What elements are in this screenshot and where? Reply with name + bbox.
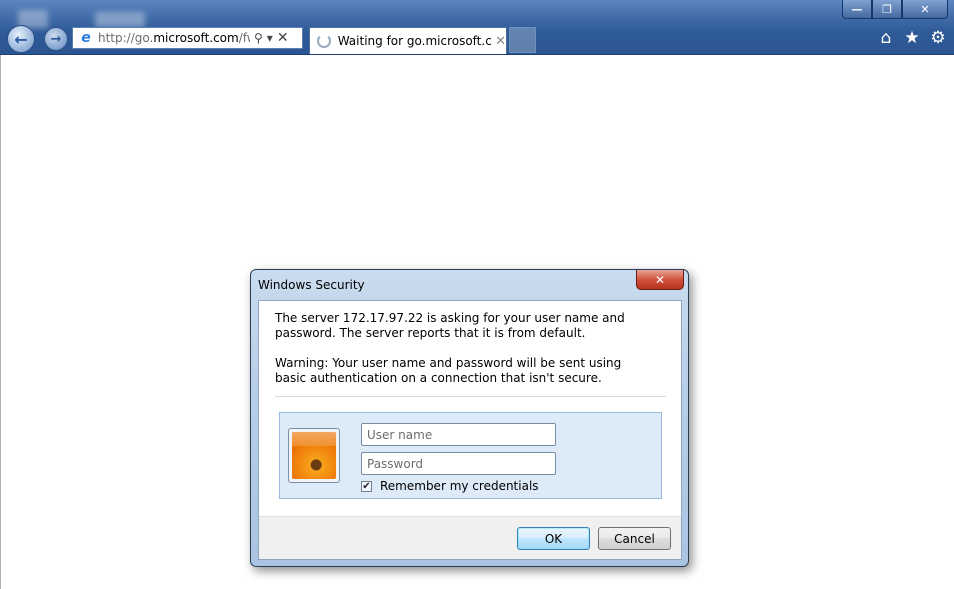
server-message: The server 172.17.97.22 is asking for yo… [275,311,625,340]
ie-page-icon: e [81,30,91,46]
close-icon: ✕ [920,2,930,16]
close-icon: ✕ [654,272,666,287]
window-controls: — ❐ ✕ [842,0,948,19]
user-avatar [288,428,340,483]
home-icon[interactable]: ⌂ [876,28,896,48]
tab-close-icon[interactable]: ✕ [495,34,506,49]
user-flower-picture [292,432,336,479]
restore-button[interactable]: ❐ [872,0,902,19]
address-bar[interactable]: e http://go.microsoft.com/fwl ⚲ ▾ ✕ [72,27,303,49]
dropdown-arrow-icon[interactable]: ▾ [267,31,273,45]
back-button[interactable]: ← [7,25,35,53]
credential-panel: ✔ Remember my credentials [279,412,662,499]
remember-checkbox[interactable]: ✔ [361,480,372,492]
password-input[interactable] [361,452,556,475]
stop-icon[interactable]: ✕ [277,30,289,46]
tab-active[interactable]: Waiting for go.microsoft.co... ✕ [309,27,507,54]
window-close-button[interactable]: ✕ [902,0,948,19]
loading-spinner-icon [317,34,331,48]
search-icon[interactable]: ⚲ [254,31,263,45]
username-input[interactable] [361,423,556,446]
remember-label: Remember my credentials [380,479,539,493]
forward-button[interactable]: → [44,27,68,51]
remember-credentials[interactable]: ✔ Remember my credentials [361,479,539,493]
divider [275,396,666,397]
dialog-footer: OK Cancel [259,516,681,559]
restore-icon: ❐ [882,2,892,16]
dialog-body: The server 172.17.97.22 is asking for yo… [258,300,682,560]
cancel-button[interactable]: Cancel [598,527,671,550]
gear-icon[interactable]: ⚙ [928,28,948,48]
address-url[interactable]: http://go.microsoft.com/fwl [98,31,250,45]
minimize-button[interactable]: — [842,0,872,19]
dialog-title: Windows Security [258,278,365,292]
minimize-icon: — [851,2,863,16]
dialog-close-button[interactable]: ✕ [636,270,684,290]
browser-toolbar: — ❐ ✕ ← → e http://go.microsoft.com/fwl … [0,0,954,55]
ok-button[interactable]: OK [517,527,590,550]
windows-security-dialog: Windows Security ✕ The server 172.17.97.… [250,269,689,567]
star-icon[interactable]: ★ [902,28,922,48]
forward-arrow-icon: → [50,31,62,47]
back-arrow-icon: ← [14,29,28,49]
title-glass-reflection-2 [95,12,145,28]
command-icons: ⌂ ★ ⚙ [876,28,948,48]
new-tab-button[interactable] [509,27,536,53]
tab-title: Waiting for go.microsoft.co... [337,34,492,48]
warning-message: Warning: Your user name and password wil… [275,356,622,385]
